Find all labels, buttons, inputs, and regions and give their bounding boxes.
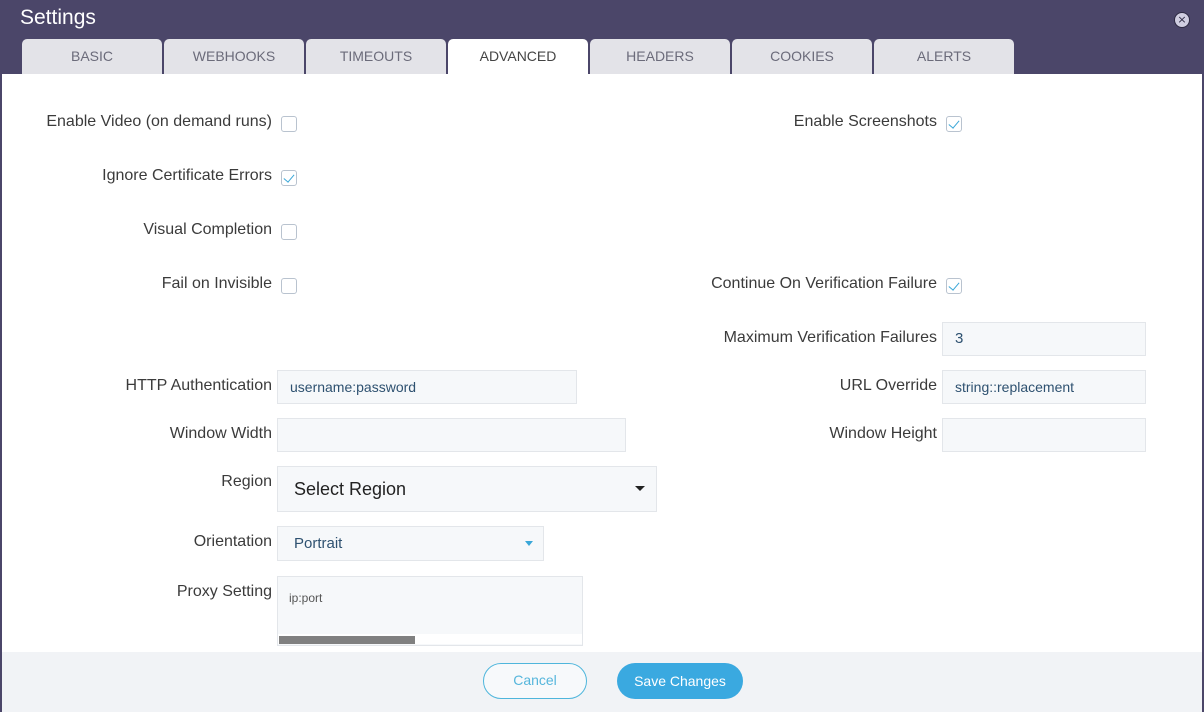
tab-advanced[interactable]: ADVANCED xyxy=(448,39,588,74)
cancel-button[interactable]: Cancel xyxy=(483,663,587,699)
window-width-input[interactable] xyxy=(277,418,626,452)
tab-basic[interactable]: BASIC xyxy=(22,39,162,74)
visual-completion-label: Visual Completion xyxy=(143,221,272,238)
proxy-setting-label: Proxy Setting xyxy=(176,583,272,600)
max-verification-failures-label: Maximum Verification Failures xyxy=(723,329,937,346)
tab-webhooks[interactable]: WEBHOOKS xyxy=(164,39,304,74)
proxy-horizontal-scrollbar[interactable] xyxy=(277,634,583,644)
orientation-label: Orientation xyxy=(193,533,272,550)
dialog-footer: Cancel Save Changes xyxy=(2,652,1202,712)
fail-on-invisible-checkbox[interactable] xyxy=(281,278,297,294)
tab-timeouts[interactable]: TIMEOUTS xyxy=(306,39,446,74)
http-auth-input[interactable]: username:password xyxy=(277,370,577,404)
settings-dialog: Settings × BASIC WEBHOOKS TIMEOUTS ADVAN… xyxy=(0,0,1204,712)
region-label: Region xyxy=(221,473,272,490)
continue-on-verification-failure-label: Continue On Verification Failure xyxy=(711,275,937,292)
max-verification-failures-input[interactable]: 3 xyxy=(942,322,1146,356)
enable-screenshots-label: Enable Screenshots xyxy=(793,113,937,130)
save-changes-button[interactable]: Save Changes xyxy=(617,663,743,699)
tab-headers[interactable]: HEADERS xyxy=(590,39,730,74)
window-height-input[interactable] xyxy=(942,418,1146,452)
orientation-select[interactable]: Portrait xyxy=(277,526,544,561)
url-override-input[interactable]: string::replacement xyxy=(942,370,1146,404)
dialog-header: Settings × BASIC WEBHOOKS TIMEOUTS ADVAN… xyxy=(0,0,1204,74)
enable-screenshots-checkbox[interactable] xyxy=(946,116,962,132)
window-height-label: Window Height xyxy=(829,425,937,442)
orientation-select-value: Portrait xyxy=(294,535,343,552)
tab-bar: BASIC WEBHOOKS TIMEOUTS ADVANCED HEADERS… xyxy=(22,39,1016,74)
tab-cookies[interactable]: COOKIES xyxy=(732,39,872,74)
fail-on-invisible-label: Fail on Invisible xyxy=(161,275,272,292)
chevron-down-icon xyxy=(525,541,533,546)
ignore-cert-errors-checkbox[interactable] xyxy=(281,170,297,186)
tab-alerts[interactable]: ALERTS xyxy=(874,39,1014,74)
close-icon[interactable]: × xyxy=(1174,12,1190,28)
continue-on-verification-failure-checkbox[interactable] xyxy=(946,278,962,294)
visual-completion-checkbox[interactable] xyxy=(281,224,297,240)
region-select[interactable]: Select Region xyxy=(277,466,657,512)
window-width-label: Window Width xyxy=(169,425,272,442)
enable-video-checkbox[interactable] xyxy=(281,116,297,132)
dialog-title: Settings xyxy=(20,6,96,29)
http-auth-label: HTTP Authentication xyxy=(125,377,272,394)
advanced-settings-panel: Enable Video (on demand runs) Enable Scr… xyxy=(2,74,1202,652)
ignore-cert-errors-label: Ignore Certificate Errors xyxy=(102,167,272,184)
region-select-value: Select Region xyxy=(294,479,407,499)
chevron-down-icon xyxy=(635,486,645,491)
enable-video-label: Enable Video (on demand runs) xyxy=(46,113,272,130)
scrollbar-thumb[interactable] xyxy=(279,636,415,644)
url-override-label: URL Override xyxy=(839,377,937,394)
